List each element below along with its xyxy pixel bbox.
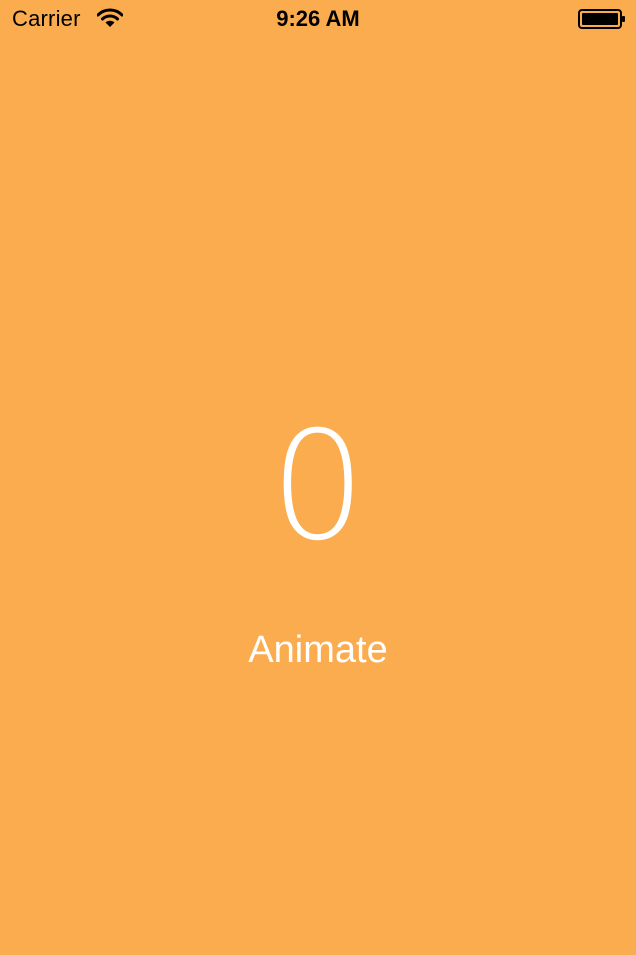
counter-label: 0	[270, 400, 366, 574]
animate-button[interactable]: Animate	[218, 620, 418, 680]
status-bar: Carrier 9:26 AM	[0, 0, 636, 40]
status-time: 9:26 AM	[276, 6, 360, 31]
battery-icon	[578, 9, 625, 29]
